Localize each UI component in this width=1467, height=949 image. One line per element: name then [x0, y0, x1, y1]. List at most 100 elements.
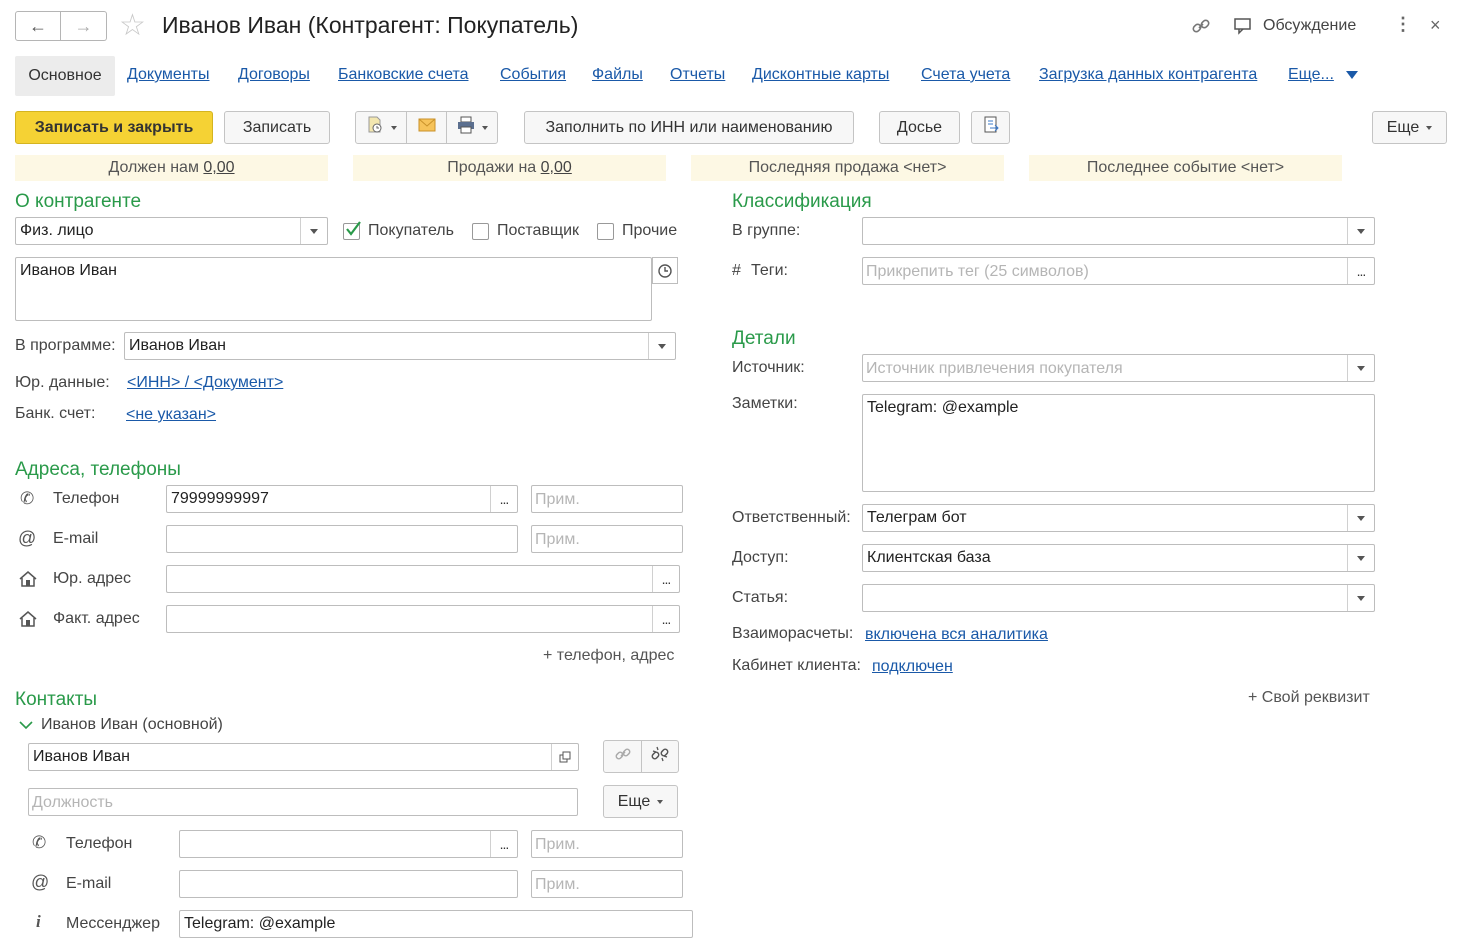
more-menu-icon[interactable]: ⋮ — [1394, 14, 1412, 35]
dossier-button[interactable]: Досье — [879, 111, 960, 144]
settlements-link[interactable]: включена вся аналитика — [865, 626, 1048, 644]
tab-documents[interactable]: Документы — [127, 66, 209, 84]
owes-value[interactable]: 0,00 — [203, 159, 234, 177]
contact-phone-field[interactable]: ... — [179, 830, 518, 858]
notes-field[interactable]: Telegram: @example — [862, 394, 1375, 492]
tags-field[interactable]: Прикрепить тег (25 символов)... — [862, 257, 1375, 285]
legal-address-field[interactable]: ... — [166, 565, 680, 593]
email-field[interactable] — [166, 525, 518, 553]
buyer-label: Покупатель — [368, 222, 454, 239]
envelope-icon — [418, 118, 436, 137]
more-dots-icon[interactable]: ... — [490, 831, 517, 857]
discussion-button[interactable]: Обсуждение — [1263, 17, 1356, 35]
article-label: Статья: — [732, 589, 789, 606]
close-icon[interactable]: × — [1430, 15, 1441, 36]
export-button[interactable] — [971, 111, 1010, 144]
add-own-attribute-link[interactable]: + Свой реквизит — [1248, 689, 1370, 707]
star-icon[interactable]: ☆ — [119, 8, 146, 43]
email-button[interactable] — [406, 111, 447, 144]
history-button[interactable] — [652, 257, 678, 284]
chevron-down-icon[interactable] — [19, 717, 33, 735]
other-checkbox[interactable] — [597, 223, 614, 240]
chevron-down-icon[interactable] — [300, 218, 327, 244]
add-phone-address-link[interactable]: + телефон, адрес — [543, 647, 674, 665]
sales-label: Продажи на — [447, 159, 537, 176]
discussion-icon[interactable] — [1233, 16, 1253, 41]
group-label: В группе: — [732, 222, 801, 239]
full-name-field[interactable]: Иванов Иван — [15, 257, 652, 321]
in-program-label: В программе: — [15, 337, 116, 354]
fact-address-field[interactable]: ... — [166, 605, 680, 633]
back-button[interactable]: ← — [15, 11, 61, 41]
link-contact-button[interactable] — [603, 740, 642, 773]
position-placeholder: Должность — [32, 794, 113, 811]
create-based-button[interactable] — [355, 111, 407, 144]
legal-data-label: Юр. данные: — [15, 374, 110, 391]
tab-discount-cards[interactable]: Дисконтные карты — [752, 66, 889, 84]
forward-button[interactable]: → — [61, 11, 107, 41]
access-select[interactable]: Клиентская база — [862, 544, 1375, 572]
chevron-down-icon[interactable] — [648, 333, 675, 359]
tab-more[interactable]: Еще... — [1288, 66, 1334, 84]
contact-phone-note-field[interactable]: Прим. — [531, 830, 683, 858]
document-add-icon — [366, 116, 384, 139]
contact-title[interactable]: Иванов Иван (основной) — [41, 716, 223, 734]
save-button[interactable]: Записать — [224, 111, 330, 144]
messenger-field[interactable]: Telegram: @example — [179, 910, 693, 938]
tab-events[interactable]: События — [500, 66, 566, 84]
more-dots-icon[interactable]: ... — [1347, 258, 1374, 284]
counterparty-type-select[interactable]: Физ. лицо — [15, 217, 328, 245]
legal-data-link[interactable]: <ИНН> / <Документ> — [127, 374, 283, 392]
contact-email-note-placeholder: Прим. — [535, 876, 580, 893]
tab-bank-accounts[interactable]: Банковские счета — [338, 66, 468, 84]
more-button[interactable]: Еще — [1372, 111, 1447, 144]
chevron-down-icon[interactable] — [1347, 505, 1374, 531]
fill-by-inn-button[interactable]: Заполнить по ИНН или наименованию — [524, 111, 854, 144]
section-contacts: Контакты — [15, 689, 98, 710]
position-field[interactable]: Должность — [28, 788, 578, 816]
open-icon[interactable] — [551, 744, 578, 770]
chevron-down-icon[interactable] — [1347, 585, 1374, 611]
link-icon[interactable] — [1190, 15, 1212, 42]
contact-name-field[interactable]: Иванов Иван — [28, 743, 579, 771]
sales-value[interactable]: 0,00 — [541, 159, 572, 177]
bank-account-label: Банк. счет: — [15, 405, 96, 422]
save-close-button[interactable]: Записать и закрыть — [15, 111, 213, 144]
phone-field[interactable]: 79999999997... — [166, 485, 518, 513]
source-select[interactable]: Источник привлечения покупателя — [862, 354, 1375, 382]
tab-files[interactable]: Файлы — [592, 66, 643, 84]
group-select[interactable] — [862, 217, 1375, 245]
more-dots-icon[interactable]: ... — [652, 566, 679, 592]
supplier-checkbox[interactable] — [472, 223, 489, 240]
tab-accounting[interactable]: Счета учета — [921, 66, 1010, 84]
email-note-field[interactable]: Прим. — [531, 525, 683, 553]
cabinet-link[interactable]: подключен — [872, 658, 953, 676]
tab-contracts[interactable]: Договоры — [238, 66, 310, 84]
owes-label: Должен нам — [108, 159, 199, 176]
last-sale-summary: Последняя продажа <нет> — [691, 155, 1004, 181]
at-icon: @ — [18, 528, 37, 548]
tab-more-chevron-icon[interactable] — [1346, 71, 1358, 79]
access-value: Клиентская база — [867, 549, 991, 566]
contact-more-button[interactable]: Еще — [603, 785, 678, 818]
bank-account-link[interactable]: <не указан> — [126, 406, 216, 424]
contact-email-field[interactable] — [179, 870, 518, 898]
chevron-down-icon[interactable] — [1347, 218, 1374, 244]
unlink-contact-button[interactable] — [641, 740, 679, 773]
phone-note-field[interactable]: Прим. — [531, 485, 683, 513]
responsible-select[interactable]: Телеграм бот — [862, 504, 1375, 532]
document-export-icon — [982, 116, 1000, 139]
chevron-down-icon[interactable] — [1347, 355, 1374, 381]
article-select[interactable] — [862, 584, 1375, 612]
tab-load-data[interactable]: Загрузка данных контрагента — [1039, 66, 1257, 84]
contact-email-note-field[interactable]: Прим. — [531, 870, 683, 898]
more-dots-icon[interactable]: ... — [652, 606, 679, 632]
more-dots-icon[interactable]: ... — [490, 486, 517, 512]
print-button[interactable] — [446, 111, 498, 144]
in-program-select[interactable]: Иванов Иван — [124, 332, 676, 360]
chevron-down-icon[interactable] — [1347, 545, 1374, 571]
tab-main[interactable]: Основное — [15, 56, 115, 96]
buyer-checkbox[interactable] — [343, 221, 361, 240]
tab-reports[interactable]: Отчеты — [670, 66, 725, 84]
section-details: Детали — [732, 328, 796, 349]
